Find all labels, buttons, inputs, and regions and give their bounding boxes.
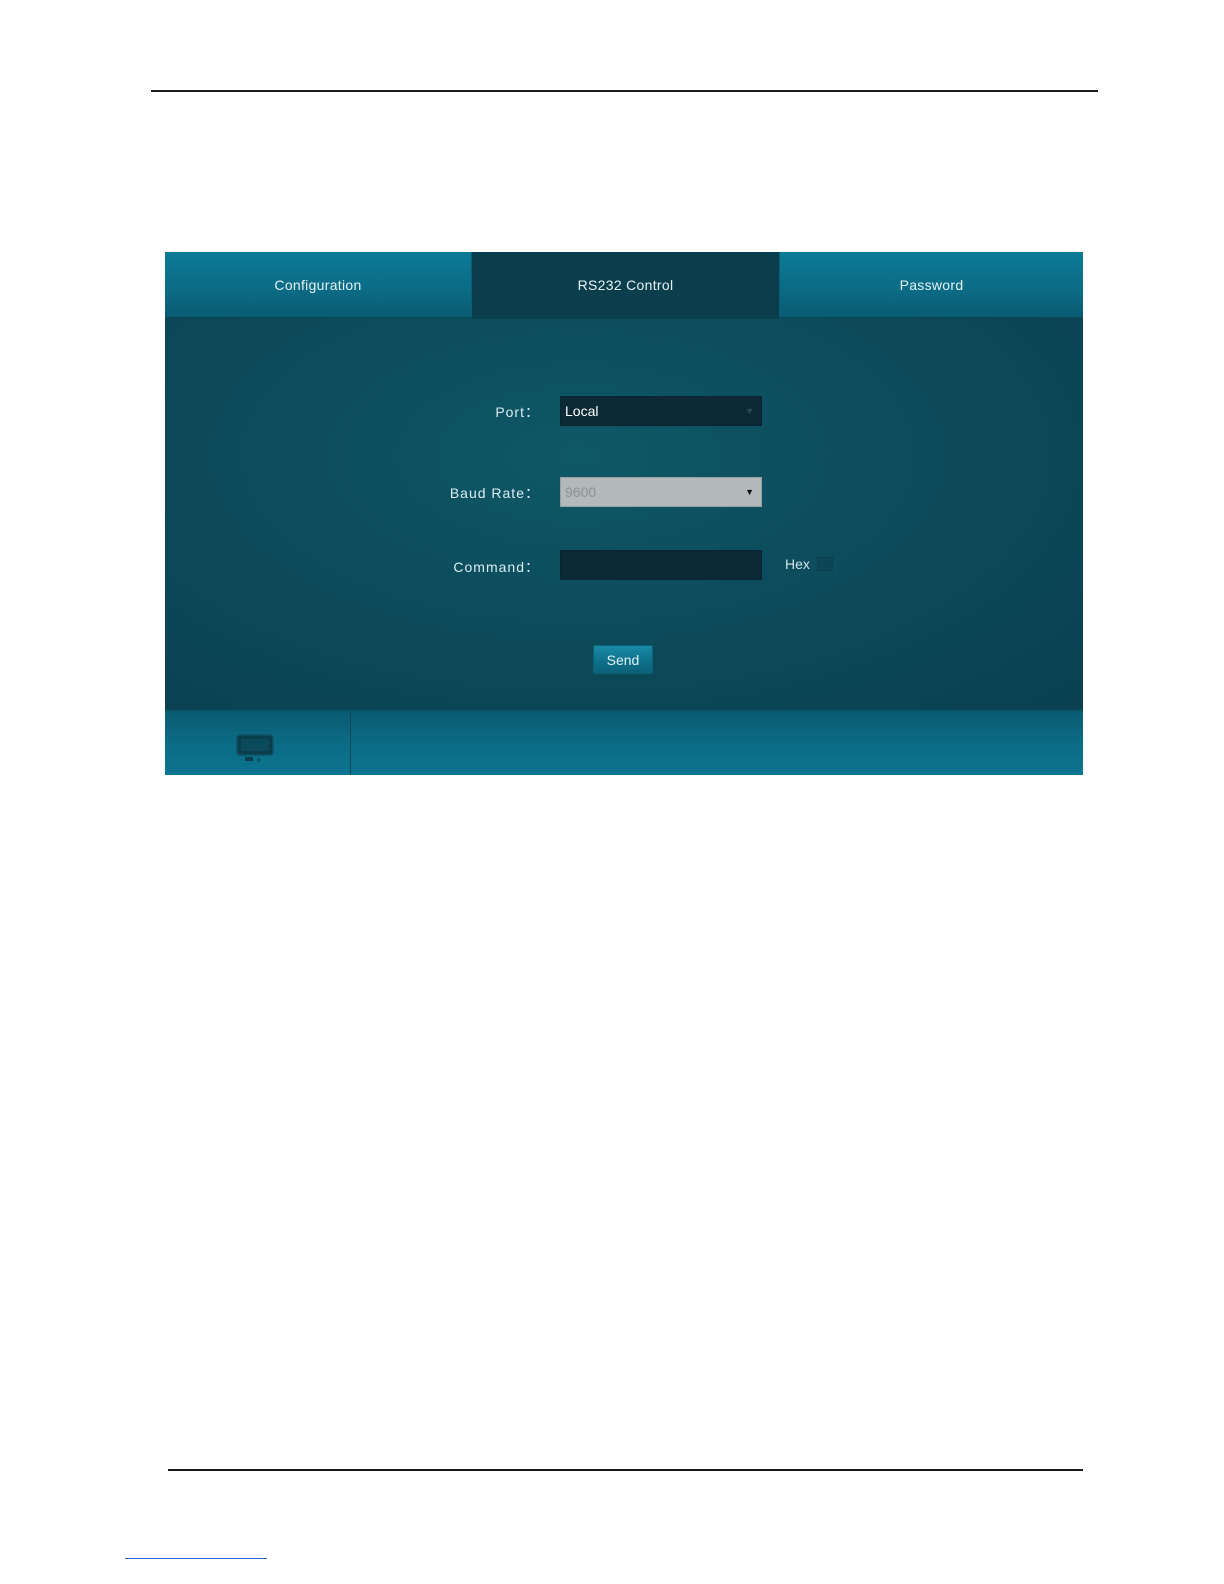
chevron-down-icon: ▼: [745, 406, 754, 416]
footer-link-underline: [125, 1558, 267, 1559]
tab-password-label: Password: [899, 276, 964, 293]
rs232-control-screenshot: Configuration RS232 Control Password Por…: [165, 252, 1083, 775]
display-icon[interactable]: [236, 733, 274, 763]
tab-rs232-control[interactable]: RS232 Control: [472, 252, 779, 319]
tab-configuration-label: Configuration: [274, 276, 362, 293]
command-input[interactable]: [560, 550, 762, 580]
tab-bar: Configuration RS232 Control Password: [165, 252, 1083, 319]
port-select[interactable]: Local ▼: [560, 396, 762, 426]
port-select-value: Local: [565, 403, 599, 419]
port-label: Port：: [495, 404, 540, 420]
tab-configuration[interactable]: Configuration: [165, 252, 472, 319]
tab-rs232-control-label: RS232 Control: [577, 276, 674, 293]
hex-label: Hex: [785, 556, 810, 572]
baud-rate-label: Baud Rate：: [449, 485, 540, 501]
baud-rate-select[interactable]: 9600 ▼: [560, 477, 762, 507]
send-button[interactable]: Send: [593, 645, 653, 674]
bottom-bar-divider: [350, 711, 351, 775]
rs232-form: Port： Local ▼ Baud Rate： 9600 ▼ Command：…: [165, 319, 1083, 709]
command-label: Command：: [453, 559, 540, 575]
footer-rule: [168, 1469, 1083, 1471]
header-rule: [151, 90, 1098, 92]
chevron-down-icon: ▼: [745, 487, 754, 497]
hex-checkbox[interactable]: [817, 557, 833, 571]
tab-password[interactable]: Password: [779, 252, 1083, 319]
bottom-bar: [165, 709, 1083, 775]
baud-rate-select-value: 9600: [565, 484, 597, 500]
